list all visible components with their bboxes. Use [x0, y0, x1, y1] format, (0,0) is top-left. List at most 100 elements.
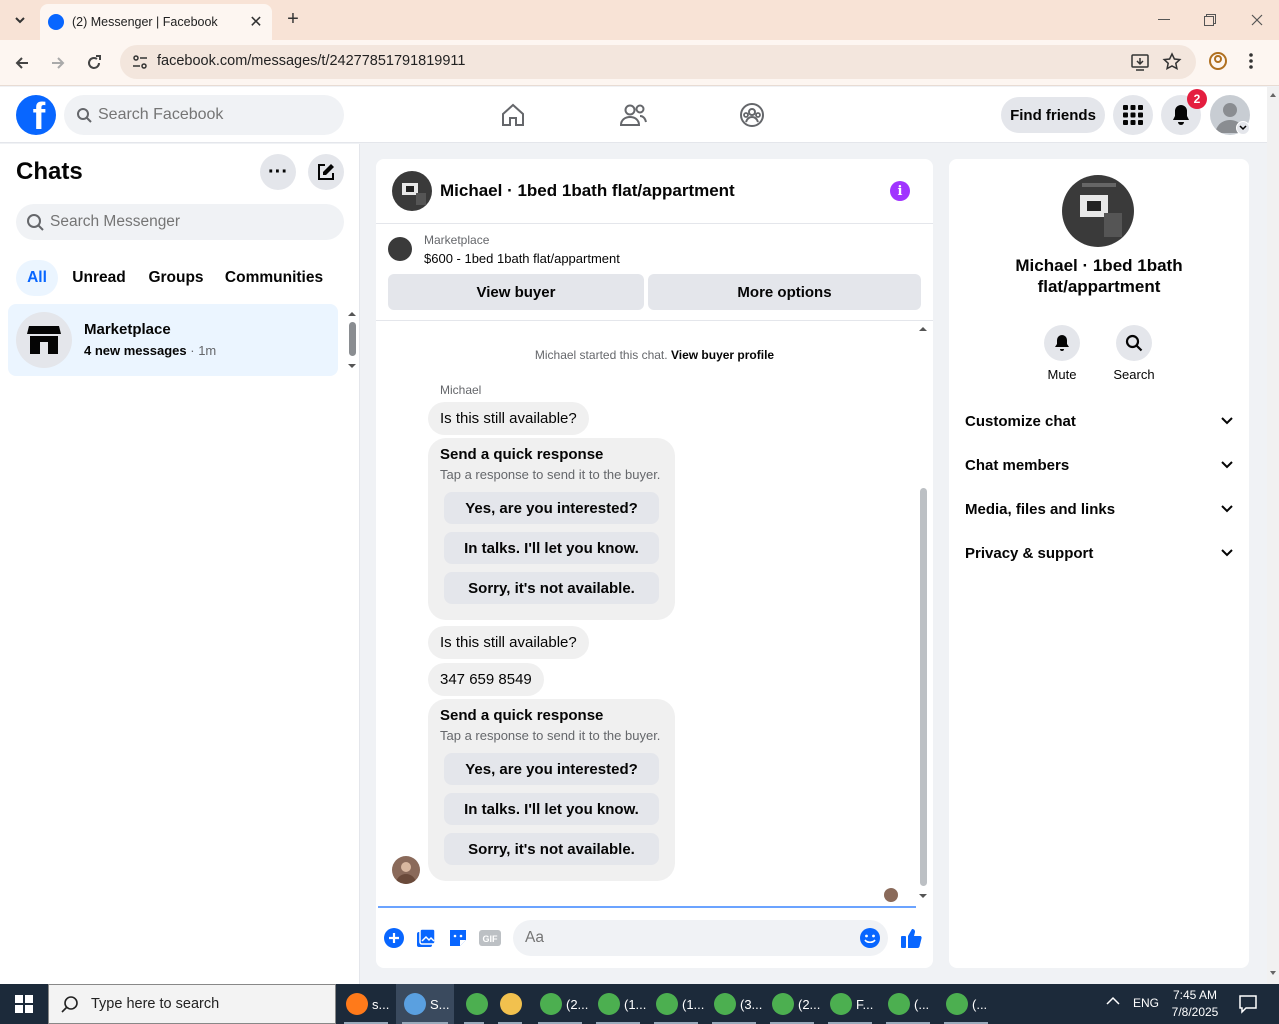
forward-button[interactable] [44, 49, 72, 77]
windows-start-icon[interactable] [0, 984, 48, 1024]
buyer-avatar[interactable] [392, 856, 420, 884]
facebook-logo[interactable]: f [16, 95, 56, 135]
taskbar-app-button[interactable]: (... [880, 984, 936, 1024]
info-icon[interactable]: i [890, 181, 910, 201]
quick-response-option[interactable]: Yes, are you interested? [444, 753, 659, 785]
notification-center-icon[interactable] [1238, 994, 1258, 1014]
bell-icon[interactable] [1044, 325, 1080, 361]
taskbar-app-button[interactable]: (1... [648, 984, 704, 1024]
groups-icon[interactable] [732, 97, 772, 133]
url-text[interactable]: facebook.com/messages/t/2427785179181991… [157, 53, 466, 69]
privacy-support-section[interactable]: Privacy & support [965, 531, 1233, 575]
tab-search-button[interactable] [6, 6, 34, 34]
page-scrollbar[interactable] [1267, 87, 1279, 984]
chevron-down-icon[interactable] [1236, 121, 1250, 135]
chat-members-section[interactable]: Chat members [965, 443, 1233, 487]
view-buyer-profile-link[interactable]: View buyer profile [671, 348, 774, 362]
taskbar-search[interactable]: Type here to search [48, 984, 336, 1024]
chat-list-scrollbar[interactable] [346, 308, 358, 372]
install-app-icon[interactable] [1130, 52, 1150, 72]
message-input-box[interactable] [513, 920, 888, 956]
new-tab-button[interactable]: + [282, 8, 304, 30]
chat-preview-text: 4 new messages [84, 343, 187, 358]
customize-chat-section[interactable]: Customize chat [965, 399, 1233, 443]
media-files-links-section[interactable]: Media, files and links [965, 487, 1233, 531]
app-label: F... [856, 996, 874, 1012]
conversation-title[interactable]: Michael · 1bed 1bath flat/appartment [440, 181, 735, 201]
restore-button[interactable] [1192, 6, 1228, 34]
taskbar-app-button[interactable] [492, 984, 528, 1024]
attach-media-icon[interactable] [415, 927, 437, 949]
taskbar-app-button[interactable]: (2... [764, 984, 820, 1024]
filter-unread-tab[interactable]: Unread [66, 260, 132, 296]
address-bar[interactable]: facebook.com/messages/t/2427785179181991… [120, 45, 1196, 79]
message-bubble[interactable]: Is this still available? [428, 402, 589, 435]
facebook-search-input[interactable] [98, 106, 318, 124]
gif-icon[interactable]: GIF [479, 927, 501, 949]
tab-close-icon[interactable]: ✕ [248, 12, 264, 32]
taskbar-clock[interactable]: 7:45 AM 7/8/2025 [1164, 987, 1226, 1021]
filter-groups-tab[interactable]: Groups [140, 260, 212, 296]
quick-response-option[interactable]: In talks. I'll let you know. [444, 532, 659, 564]
browser-tab[interactable]: (2) Messenger | Facebook ✕ [40, 4, 272, 40]
friends-icon[interactable] [613, 97, 653, 133]
site-info-icon[interactable] [128, 50, 152, 74]
thumbs-up-icon[interactable] [900, 927, 922, 949]
emoji-icon[interactable] [859, 927, 881, 949]
chat-preview: 4 new messages · 1m [84, 343, 217, 358]
find-friends-button[interactable]: Find friends [1001, 97, 1105, 133]
profile-avatar[interactable] [1062, 175, 1134, 247]
chat-list-item[interactable]: Marketplace 4 new messages · 1m [8, 304, 338, 376]
reload-button[interactable] [80, 49, 108, 77]
sticker-icon[interactable] [447, 927, 469, 949]
quick-response-option[interactable]: In talks. I'll let you know. [444, 793, 659, 825]
scrollbar-thumb[interactable] [920, 488, 927, 886]
bookmark-star-icon[interactable] [1162, 52, 1182, 72]
app-icon [466, 993, 488, 1015]
messenger-search-input[interactable] [50, 213, 310, 231]
filter-all-tab[interactable]: All [16, 260, 58, 296]
taskbar-app-button[interactable]: (1... [590, 984, 646, 1024]
app-label: (3... [740, 996, 763, 1012]
show-hidden-icons-chevron-icon[interactable] [1106, 996, 1120, 1006]
more-actions-plus-icon[interactable] [383, 927, 405, 949]
taskbar-app-button[interactable]: F... [822, 984, 878, 1024]
taskbar-app-button[interactable]: (2... [532, 984, 588, 1024]
app-label: s... [372, 996, 390, 1012]
search-action[interactable]: Search [1104, 325, 1164, 382]
taskbar-search-placeholder: Type here to search [91, 996, 220, 1012]
filter-communities-tab[interactable]: Communities [220, 260, 328, 296]
taskbar-app-button[interactable]: S... [396, 984, 454, 1024]
message-bubble[interactable]: 347 659 8549 [428, 663, 544, 696]
mute-action[interactable]: Mute [1032, 325, 1092, 382]
browser-profile-icon[interactable] [1208, 51, 1228, 71]
more-options-button[interactable]: More options [648, 274, 921, 310]
conversation-avatar[interactable] [392, 171, 432, 211]
view-buyer-button[interactable]: View buyer [388, 274, 644, 310]
taskbar-app-button[interactable]: (3... [706, 984, 762, 1024]
back-button[interactable] [8, 49, 36, 77]
facebook-search[interactable] [64, 95, 344, 135]
quick-response-option[interactable]: Yes, are you interested? [444, 492, 659, 524]
message-bubble[interactable]: Is this still available? [428, 626, 589, 659]
chat-options-button[interactable]: ··· [260, 154, 296, 190]
language-indicator[interactable]: ENG [1133, 996, 1159, 1010]
search-icon[interactable] [1116, 325, 1152, 361]
chevron-down-icon [1221, 505, 1233, 513]
messenger-search[interactable] [16, 204, 344, 240]
search-label: Search [1113, 367, 1155, 382]
home-icon[interactable] [493, 97, 533, 133]
message-scrollbar[interactable] [917, 322, 929, 902]
browser-menu-icon[interactable] [1248, 51, 1254, 71]
quick-response-option[interactable]: Sorry, it's not available. [444, 572, 659, 604]
quick-response-heading: Send a quick response [440, 707, 604, 724]
taskbar-app-button[interactable] [458, 984, 490, 1024]
menu-grid-icon[interactable] [1113, 95, 1153, 135]
close-window-button[interactable] [1239, 6, 1275, 34]
taskbar-app-button[interactable]: (... [938, 984, 994, 1024]
taskbar-app-button[interactable]: s... [338, 984, 394, 1024]
minimize-button[interactable] [1146, 6, 1182, 34]
new-message-icon[interactable] [308, 154, 344, 190]
message-input[interactable] [525, 929, 845, 947]
quick-response-option[interactable]: Sorry, it's not available. [444, 833, 659, 865]
